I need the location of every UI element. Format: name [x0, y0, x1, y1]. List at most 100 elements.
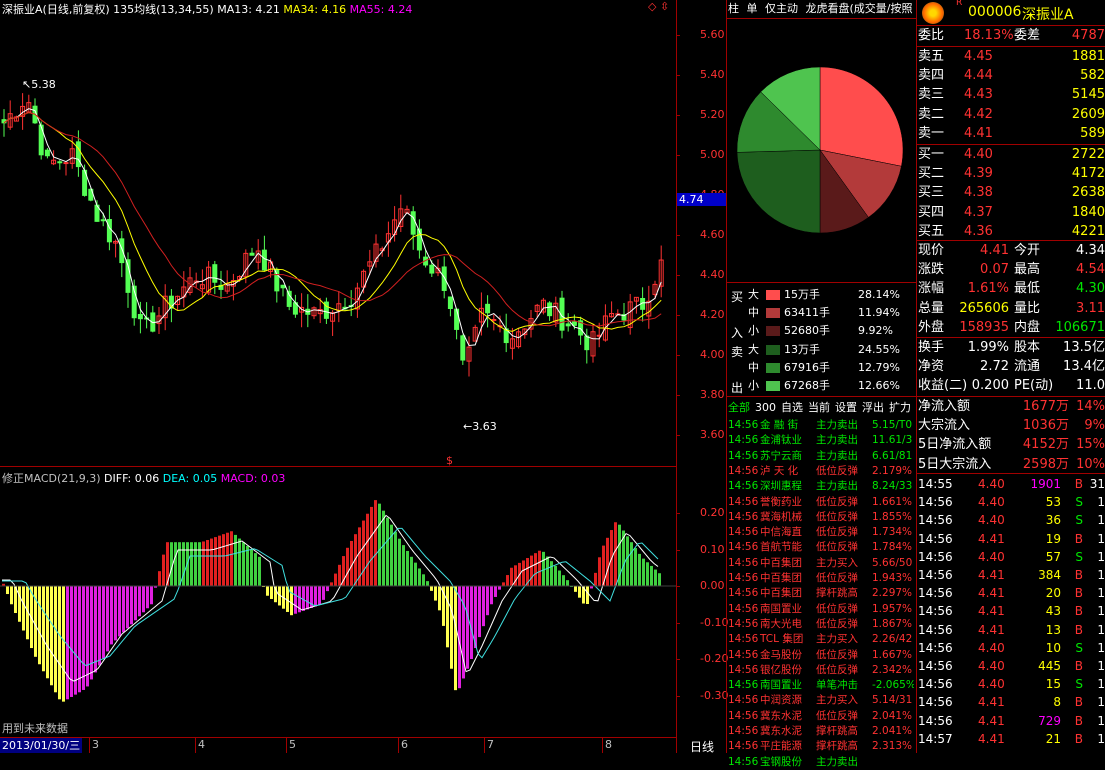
tick-row[interactable]: 14:57 4.41 21 B 1: [918, 730, 1105, 748]
signal-row[interactable]: 14:56 金浦钛业 主力卖出 11.61/3: [728, 433, 914, 448]
tick-side: S: [1075, 549, 1083, 564]
macd-bar: [78, 586, 81, 693]
signal-stock: 银亿股份: [760, 663, 802, 676]
price-tick-mark: [676, 355, 680, 356]
period-label[interactable]: 日线: [690, 738, 714, 755]
tick-row[interactable]: 14:56 4.41 8 B 1: [918, 693, 1105, 711]
tick-row[interactable]: 14:56 4.41 13 B 1: [918, 621, 1105, 639]
signal-time: 14:56: [728, 480, 759, 493]
stat-row: 涨跌 0.07 最高 4.54: [918, 260, 1105, 279]
macd-bar: [574, 586, 577, 592]
candle-body: [441, 266, 447, 291]
tick-row[interactable]: 14:56 4.40 10 S 1: [918, 639, 1105, 657]
tick-row[interactable]: 14:56 4.40 15 S 1: [918, 675, 1105, 693]
signal-tab[interactable]: 全部: [728, 401, 750, 414]
signal-row[interactable]: 14:56 首航节能 低位反弹 1.784%: [728, 540, 914, 555]
signal-row[interactable]: 14:56 金 融 街 主力卖出 5.15/T0: [728, 418, 914, 433]
signal-row[interactable]: 14:56 深圳惠程 主力卖出 8.24/33: [728, 479, 914, 494]
price-tick-mark: [676, 235, 680, 236]
macd-tick-label: -0.20: [700, 652, 729, 665]
signal-value: 11.61/3: [872, 434, 913, 447]
signal-row[interactable]: 14:56 中润资源 主力买入 5.14/31: [728, 693, 914, 708]
stat-value: 0.200: [971, 378, 1009, 394]
signal-row[interactable]: 14:56 誉衡药业 低位反弹 1.661%: [728, 495, 914, 510]
signal-tab[interactable]: 浮出: [862, 401, 884, 414]
candle-body: [547, 302, 553, 317]
macd-bar: [118, 586, 121, 637]
tab-single[interactable]: 单: [747, 2, 758, 15]
signal-row[interactable]: 14:56 冀东水泥 低位反弹 2.041%: [728, 709, 914, 724]
signal-row[interactable]: 14:56 中百集团 主力买入 5.66/50: [728, 556, 914, 571]
signal-stock: 金马股份: [760, 648, 802, 661]
signal-row[interactable]: 14:56 平庄能源 撑杆跳高 2.313%: [728, 739, 914, 754]
tab-active-only[interactable]: 仅主动: [765, 2, 798, 15]
tick-count: 31: [1089, 477, 1105, 491]
signal-tab[interactable]: 当前: [808, 401, 830, 414]
stat-label: 总量: [918, 300, 945, 316]
signal-value: 2.297%: [872, 587, 913, 600]
macd-bar: [334, 573, 337, 586]
signal-tab[interactable]: 自选: [781, 401, 803, 414]
signal-row[interactable]: 14:56 TCL 集团 主力买入 2.26/42: [728, 632, 914, 647]
macd-bar: [502, 582, 505, 586]
macd-bar: [390, 524, 393, 586]
signal-row[interactable]: 14:56 苏宁云商 主力卖出 6.61/81: [728, 449, 914, 464]
signal-row[interactable]: 14:56 泸 天 化 低位反弹 2.179%: [728, 464, 914, 479]
tick-side: B: [1074, 659, 1083, 673]
order-size: 大: [748, 288, 759, 301]
tick-row[interactable]: 14:56 4.41 384 B 1: [918, 566, 1105, 584]
book-price: 4.43: [964, 87, 993, 103]
signal-row[interactable]: 14:56 中百集团 撑杆跳高 2.297%: [728, 586, 914, 601]
signal-value: 1.667%: [872, 648, 913, 661]
tick-row[interactable]: 14:55 4.40 1901 B 31: [918, 475, 1105, 493]
signal-row[interactable]: 14:56 中信海直 低位反弹 1.734%: [728, 525, 914, 540]
tick-row[interactable]: 14:56 4.40 36 S 1: [918, 511, 1105, 529]
signal-tab[interactable]: 300: [755, 401, 776, 414]
stat-value: 4.54: [1076, 262, 1105, 278]
macd-bar: [142, 586, 145, 613]
tick-row[interactable]: 14:56 4.41 43 B 1: [918, 602, 1105, 620]
signal-stock: 中百集团: [760, 587, 802, 600]
stat-label: 收益(二): [918, 378, 968, 394]
signal-row[interactable]: 14:56 金马股份 低位反弹 1.667%: [728, 648, 914, 663]
tab-dragon-tiger[interactable]: 龙虎看盘(成交量/按照: [806, 2, 913, 15]
tab-bar[interactable]: 柱: [728, 2, 739, 15]
tick-row[interactable]: 14:56 4.41 20 B 1: [918, 584, 1105, 602]
tick-row[interactable]: 14:56 4.41 729 B 1: [918, 712, 1105, 730]
signal-stock: 首航节能: [760, 541, 802, 554]
stat-value: 11.0: [1076, 378, 1105, 394]
signal-row[interactable]: 14:56 中百集团 低位反弹 1.943%: [728, 571, 914, 586]
signal-row[interactable]: 14:56 南大光电 低位反弹 1.867%: [728, 617, 914, 632]
tick-row[interactable]: 14:56 4.41 19 B 1: [918, 530, 1105, 548]
signal-tab[interactable]: 扩力: [889, 401, 911, 414]
signal-row[interactable]: 14:56 南国置业 低位反弹 1.957%: [728, 602, 914, 617]
signal-row[interactable]: 14:56 冀东水泥 撑杆跳高 2.041%: [728, 724, 914, 739]
signal-row[interactable]: 14:56 宝钢股份 主力卖出: [728, 755, 914, 770]
order-volume: 52680手: [784, 324, 830, 338]
candle-body: [212, 264, 218, 283]
order-size: 小: [748, 379, 759, 392]
signal-type: 低位反弹: [816, 495, 858, 508]
macd-bar: [498, 586, 501, 590]
candle-body: [286, 290, 292, 307]
macd-bar: [62, 586, 65, 702]
signal-type: 主力买入: [816, 556, 858, 569]
signal-stock: 宝钢股份: [760, 755, 802, 768]
tick-row[interactable]: 14:56 4.40 53 S 1: [918, 493, 1105, 511]
signal-row[interactable]: 14:56 南国置业 单笔冲击 -2.065%: [728, 678, 914, 693]
macd-bar: [402, 545, 405, 586]
price-tick-mark: [676, 75, 680, 76]
tick-row[interactable]: 14:56 4.40 445 B 1: [918, 657, 1105, 675]
signal-row[interactable]: 14:56 银亿股份 低位反弹 2.342%: [728, 663, 914, 678]
signal-type: 撑杆跳高: [816, 725, 858, 737]
signal-type: 主力卖出: [816, 434, 858, 447]
signal-type: 低位反弹: [816, 663, 858, 676]
stat-value: 4.41: [980, 243, 1009, 258]
signal-time: 14:56: [728, 602, 759, 615]
signal-row[interactable]: 14:56 冀海机械 低位反弹 1.855%: [728, 510, 914, 525]
tick-time: 14:57: [918, 731, 953, 746]
book-row: 买四 4.37 1840: [918, 203, 1105, 222]
tick-row[interactable]: 14:56 4.40 57 S 1: [918, 548, 1105, 566]
month-label: 4: [198, 738, 205, 751]
signal-tab[interactable]: 设置: [835, 401, 857, 414]
